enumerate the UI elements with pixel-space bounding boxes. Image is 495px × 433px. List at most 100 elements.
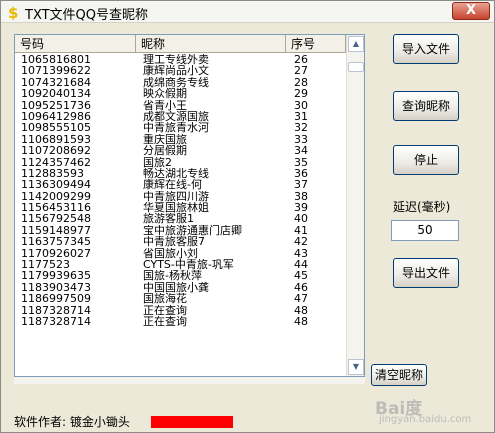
cell-index: 38 [294,190,308,203]
table-row[interactable]: 1186997509 国旅海花 47 [15,293,346,304]
cell-qq: 1163757345 [21,236,91,248]
cell-index: 41 [294,224,308,237]
cell-index: 40 [294,213,308,225]
close-button[interactable]: X [452,2,490,20]
table-row[interactable]: 1163757345 中青旅客服7 42 [15,236,346,247]
cell-index: 30 [294,99,308,111]
export-file-button[interactable]: 导出文件 [393,258,459,288]
cell-nickname: 中青旅四川游 [143,190,209,203]
cell-nickname: 分居假期 [143,145,187,157]
cell-qq: 1124357462 [21,156,91,168]
vertical-scrollbar[interactable]: ▲ ▼ [346,35,364,376]
cell-qq: 1156453116 [21,202,91,214]
cell-qq: 1186997509 [21,293,91,305]
cell-qq: 1092040134 [21,88,91,100]
cell-nickname: 正在查询 [143,315,187,328]
cell-qq: 1187328714 [21,315,91,328]
cell-index: 34 [294,145,308,157]
table-row[interactable]: 1142009299 中青旅四川游 38 [15,191,346,202]
cell-index: 27 [294,65,308,77]
stop-button[interactable]: 停止 [393,145,459,175]
cell-index: 47 [294,293,308,305]
table-row[interactable]: 1071399622 康辉尚品小文 27 [15,65,346,76]
cell-nickname: 正在查询 [143,304,187,316]
scrollbar-thumb[interactable] [348,62,364,72]
table-row[interactable]: 1106891593 重庆国旅 33 [15,134,346,145]
cell-index: 44 [294,259,308,271]
column-header-qq[interactable]: 号码 [15,35,136,53]
table-row[interactable]: 1065816801 理工专线外卖 26 [15,54,346,65]
nickname-list[interactable]: 号码 昵称 序号 1065816801 理工专线外卖 26 1071399622 康辉尚… [14,34,365,377]
cell-qq: 1071399622 [21,65,91,77]
cell-nickname: 旅游客服1 [143,213,194,225]
cell-qq: 1136309494 [21,179,91,191]
cell-nickname: 康辉在线-何 [143,179,202,191]
table-row[interactable]: 1187328714 正在查询 48 [15,316,346,327]
table-row[interactable]: 1177523 CYTS-中青旅-巩军 44 [15,259,346,270]
cell-nickname: 省国旅小刘 [143,247,198,260]
table-row[interactable]: 1187328714 正在查询 48 [15,305,346,316]
table-row[interactable]: 112883593 畅达湖北专线 36 [15,168,346,179]
table-row[interactable]: 1107208692 分居假期 34 [15,145,346,156]
cell-index: 33 [294,133,308,146]
cell-index: 36 [294,167,308,180]
cell-nickname: 成都文源国旅 [143,110,209,123]
clear-nickname-button[interactable]: 清空昵称 [371,364,427,386]
cell-nickname: 国旅海花 [143,293,187,305]
column-header-index[interactable]: 序号 [286,35,346,53]
client-area: 号码 昵称 序号 1065816801 理工专线外卖 26 1071399622 康辉尚… [1,24,494,432]
table-row[interactable]: 1092040134 映众假期 29 [15,88,346,99]
horizontal-scrollbar[interactable] [14,377,365,384]
cell-index: 26 [294,54,308,66]
table-row[interactable]: 1095251736 省青小王 30 [15,100,346,111]
cell-qq: 1183903473 [21,281,91,294]
cell-nickname: 宝中旅游通惠门店卿 [143,224,242,237]
table-row[interactable]: 1156792548 旅游客服1 40 [15,213,346,224]
list-body: 1065816801 理工专线外卖 26 1071399622 康辉尚品小文 27 1074… [15,54,346,376]
cell-index: 42 [294,236,308,248]
arrow-up-icon[interactable]: ▲ [348,36,364,52]
delay-label: 延迟(毫秒) [393,200,451,214]
title-bar[interactable]: $ TXT文件QQ号查昵称 X [1,1,494,23]
cell-index: 39 [294,202,308,214]
cell-index: 37 [294,179,308,191]
cell-qq: 1106891593 [21,133,91,146]
author-label: 软件作者: 镀金小锄头 [14,415,130,429]
cell-nickname: 国旅2 [143,156,172,168]
query-nickname-button[interactable]: 查询昵称 [393,91,459,121]
cell-nickname: 畅达湖北专线 [143,167,209,180]
import-file-button[interactable]: 导入文件 [393,34,459,64]
table-row[interactable]: 1098555105 中青旅青水河 32 [15,122,346,133]
table-row[interactable]: 1074321684 成绵商务专线 28 [15,77,346,88]
cell-index: 45 [294,270,308,282]
table-row[interactable]: 1183903473 中国国旅小龚 46 [15,282,346,293]
cell-qq: 1065816801 [21,54,91,66]
table-row[interactable]: 1159148977 宝中旅游通惠门店卿 41 [15,225,346,236]
window-title: TXT文件QQ号查昵称 [25,8,149,23]
cell-index: 46 [294,281,308,294]
column-header-nickname[interactable]: 昵称 [136,35,286,53]
cell-nickname: 重庆国旅 [143,133,187,146]
table-row[interactable]: 1179939635 国旅-杨秋萍 45 [15,270,346,281]
table-row[interactable]: 1096412986 成都文源国旅 31 [15,111,346,122]
cell-nickname: 国旅-杨秋萍 [143,270,202,282]
main-window: $ TXT文件QQ号查昵称 X 号码 昵称 序号 1065816801 理工专线外… [0,0,495,433]
table-row[interactable]: 1170926027 省国旅小刘 43 [15,248,346,259]
cell-qq: 1095251736 [21,99,91,111]
cell-nickname: 华夏国旅林姐 [143,202,209,214]
cell-qq: 1074321684 [21,76,91,89]
table-row[interactable]: 1156453116 华夏国旅林姐 39 [15,202,346,213]
cell-qq: 1170926027 [21,247,91,260]
list-header: 号码 昵称 序号 [15,35,346,53]
cell-qq: 1177523 [21,259,70,271]
table-row[interactable]: 1124357462 国旅2 35 [15,157,346,168]
cell-nickname: 理工专线外卖 [143,54,209,66]
cell-qq: 1156792548 [21,213,91,225]
cell-qq: 1159148977 [21,224,91,237]
table-row[interactable]: 1136309494 康辉在线-何 37 [15,179,346,190]
cell-qq: 1107208692 [21,145,91,157]
arrow-down-icon[interactable]: ▼ [348,359,364,375]
cell-qq: 1098555105 [21,122,91,134]
delay-input[interactable]: 50 [391,220,459,241]
cell-nickname: 省青小王 [143,99,187,111]
